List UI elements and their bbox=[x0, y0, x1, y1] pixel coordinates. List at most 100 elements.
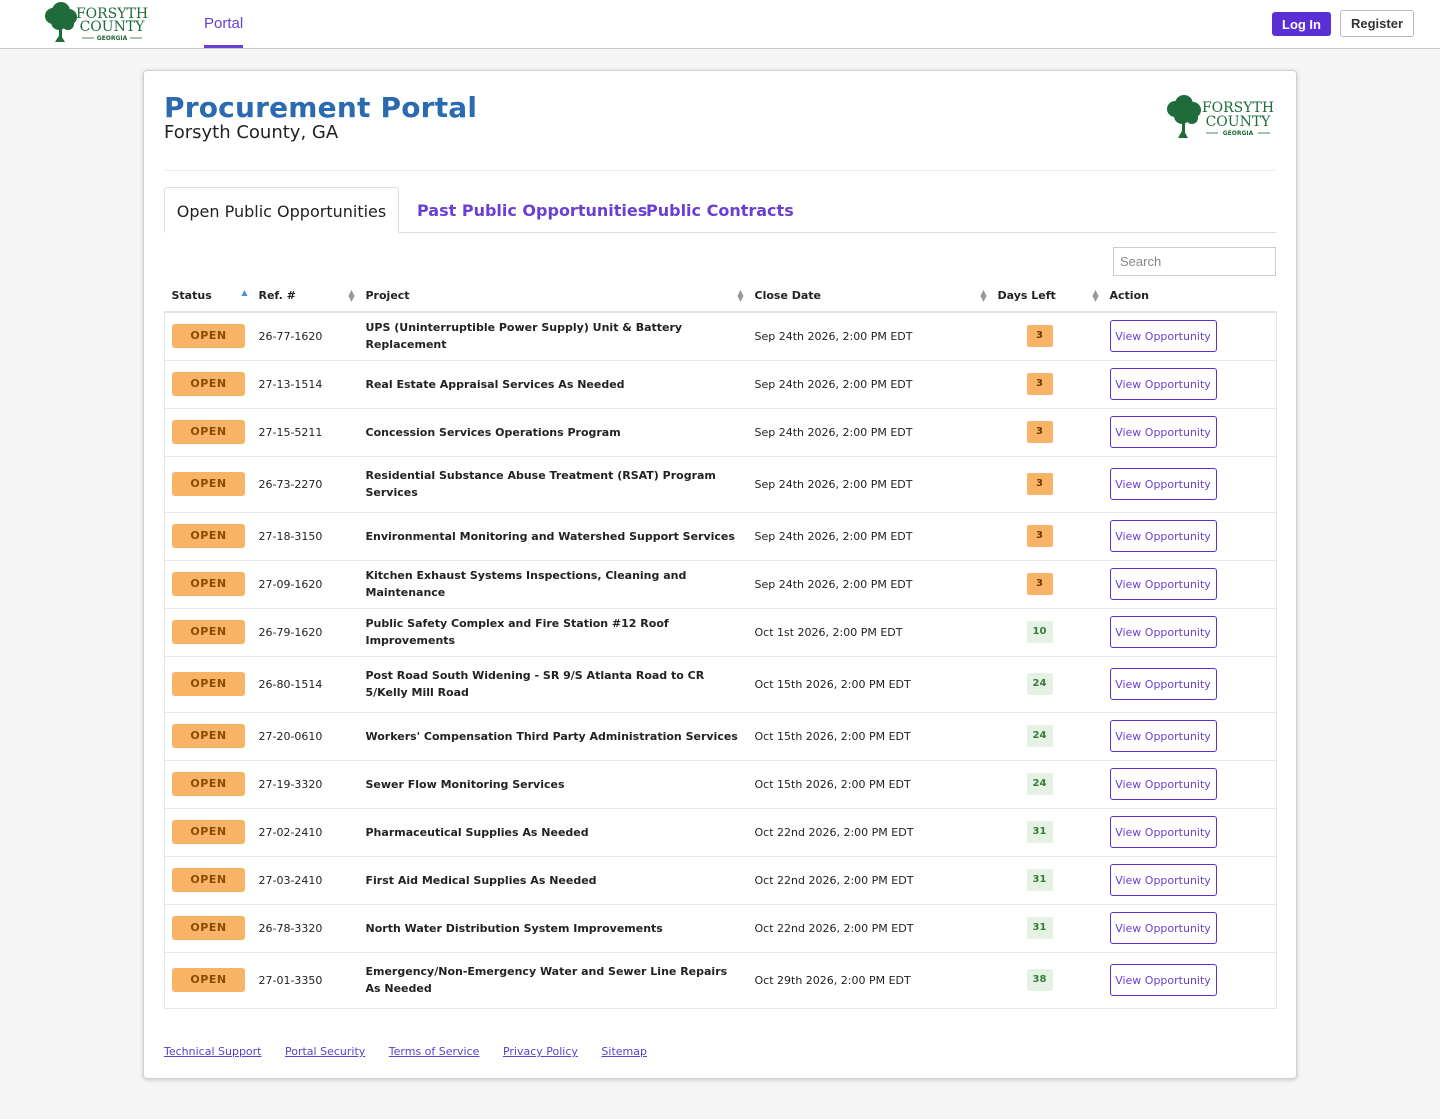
project-name: Residential Substance Abuse Treatment (R… bbox=[358, 456, 748, 513]
project-name: Environmental Monitoring and Watershed S… bbox=[358, 512, 748, 561]
page-title: Procurement Portal bbox=[164, 91, 478, 124]
days-left-badge: 31 bbox=[1026, 869, 1053, 891]
project-name: North Water Distribution System Improvem… bbox=[358, 904, 748, 953]
view-opportunity-button[interactable]: View Opportunity bbox=[1109, 568, 1217, 600]
status-badge: OPEN bbox=[172, 724, 245, 748]
footer-links: Technical Support Portal Security Terms … bbox=[164, 1045, 667, 1058]
close-date: Oct 22nd 2026, 2:00 PM EDT bbox=[747, 808, 991, 857]
footer-link-portal-security[interactable]: Portal Security bbox=[285, 1045, 365, 1058]
tab-past-opportunities[interactable]: Past Public Opportunities bbox=[417, 187, 647, 233]
header-divider bbox=[164, 170, 1276, 171]
project-name: Sewer Flow Monitoring Services bbox=[358, 760, 748, 809]
close-date: Oct 22nd 2026, 2:00 PM EDT bbox=[747, 904, 991, 953]
column-header-days-left[interactable]: Days Left ▲ ▼ bbox=[990, 280, 1103, 313]
tree-logo-icon bbox=[1167, 95, 1201, 138]
column-header-ref[interactable]: Ref. # ▲ ▼ bbox=[251, 280, 359, 313]
column-header-project[interactable]: Project ▲ ▼ bbox=[358, 280, 748, 313]
status-badge: OPEN bbox=[172, 372, 245, 396]
table-row: OPEN 27-09-1620 Kitchen Exhaust Systems … bbox=[164, 560, 1277, 609]
view-opportunity-button[interactable]: View Opportunity bbox=[1109, 768, 1217, 800]
close-date: Oct 15th 2026, 2:00 PM EDT bbox=[747, 656, 991, 713]
view-opportunity-button[interactable]: View Opportunity bbox=[1109, 864, 1217, 896]
top-navbar: FORSYTH COUNTY GEORGIA Portal Log In Reg… bbox=[0, 0, 1440, 49]
view-opportunity-button[interactable]: View Opportunity bbox=[1109, 468, 1217, 500]
close-date: Sep 24th 2026, 2:00 PM EDT bbox=[747, 312, 991, 361]
forsyth-county-logo[interactable]: FORSYTH COUNTY GEORGIA bbox=[44, 2, 148, 44]
column-header-status[interactable]: Status ▲ bbox=[164, 280, 252, 313]
view-opportunity-button[interactable]: View Opportunity bbox=[1109, 912, 1217, 944]
table-row: OPEN 27-19-3320 Sewer Flow Monitoring Se… bbox=[164, 760, 1277, 809]
sort-both-icon[interactable]: ▲ ▼ bbox=[1092, 289, 1098, 303]
table-row: OPEN 26-73-2270 Residential Substance Ab… bbox=[164, 456, 1277, 513]
footer-link-privacy-policy[interactable]: Privacy Policy bbox=[503, 1045, 578, 1058]
project-name: Emergency/Non-Emergency Water and Sewer … bbox=[358, 952, 748, 1009]
forsyth-county-card-logo: FORSYTH COUNTY GEORGIA bbox=[1167, 95, 1274, 138]
table-header-row: Status ▲ Ref. # ▲ ▼ Project ▲ ▼ Close Date ▲ ▼ … bbox=[164, 280, 1277, 313]
tree-logo-icon bbox=[45, 2, 77, 42]
days-left-badge: 3 bbox=[1026, 573, 1053, 595]
project-name: Workers' Compensation Third Party Admini… bbox=[358, 712, 748, 761]
view-opportunity-button[interactable]: View Opportunity bbox=[1109, 368, 1217, 400]
opportunities-table: Status ▲ Ref. # ▲ ▼ Project ▲ ▼ Close Date ▲ ▼ … bbox=[164, 280, 1277, 1009]
ref-number: 26-79-1620 bbox=[251, 608, 359, 657]
status-badge: OPEN bbox=[172, 572, 245, 596]
status-badge: OPEN bbox=[172, 672, 245, 696]
days-left-badge: 24 bbox=[1026, 673, 1053, 695]
main-card: Procurement Portal Forsyth County, GA FO… bbox=[143, 70, 1297, 1079]
ref-number: 27-19-3320 bbox=[251, 760, 359, 809]
logo-word-georgia: GEORGIA bbox=[97, 35, 128, 42]
footer-link-sitemap[interactable]: Sitemap bbox=[601, 1045, 647, 1058]
ref-number: 27-01-3350 bbox=[251, 952, 359, 1009]
status-badge: OPEN bbox=[172, 324, 245, 349]
status-badge: OPEN bbox=[172, 772, 245, 796]
view-opportunity-button[interactable]: View Opportunity bbox=[1109, 668, 1217, 700]
project-name: Pharmaceutical Supplies As Needed bbox=[358, 808, 748, 857]
table-row: OPEN 27-03-2410 First Aid Medical Suppli… bbox=[164, 856, 1277, 905]
ref-number: 26-78-3320 bbox=[251, 904, 359, 953]
view-opportunity-button[interactable]: View Opportunity bbox=[1109, 816, 1217, 848]
view-opportunity-button[interactable]: View Opportunity bbox=[1109, 320, 1217, 353]
footer-link-technical-support[interactable]: Technical Support bbox=[164, 1045, 262, 1058]
days-left-badge: 3 bbox=[1026, 473, 1053, 495]
tab-public-contracts[interactable]: Public Contracts bbox=[646, 187, 794, 233]
close-date: Oct 15th 2026, 2:00 PM EDT bbox=[747, 760, 991, 809]
view-opportunity-button[interactable]: View Opportunity bbox=[1109, 616, 1217, 648]
login-button[interactable]: Log In bbox=[1272, 12, 1331, 36]
table-row: OPEN 27-02-2410 Pharmaceutical Supplies … bbox=[164, 808, 1277, 857]
table-row: OPEN 27-15-5211 Concession Services Oper… bbox=[164, 408, 1277, 457]
ref-number: 27-18-3150 bbox=[251, 512, 359, 561]
page-subtitle: Forsyth County, GA bbox=[164, 122, 339, 143]
ref-number: 27-02-2410 bbox=[251, 808, 359, 857]
sort-both-icon[interactable]: ▲ ▼ bbox=[737, 289, 743, 303]
close-date: Sep 24th 2026, 2:00 PM EDT bbox=[747, 408, 991, 457]
view-opportunity-button[interactable]: View Opportunity bbox=[1109, 720, 1217, 752]
status-badge: OPEN bbox=[172, 820, 245, 844]
table-row: OPEN 26-78-3320 North Water Distribution… bbox=[164, 904, 1277, 953]
project-name: Concession Services Operations Program bbox=[358, 408, 748, 457]
sort-both-icon[interactable]: ▲ ▼ bbox=[348, 289, 354, 303]
nav-portal-tab[interactable]: Portal bbox=[204, 0, 244, 48]
days-left-badge: 3 bbox=[1026, 421, 1053, 443]
sort-asc-icon[interactable]: ▲ bbox=[241, 289, 247, 297]
project-name: Post Road South Widening - SR 9/S Atlant… bbox=[358, 656, 748, 713]
close-date: Sep 24th 2026, 2:00 PM EDT bbox=[747, 456, 991, 513]
register-button[interactable]: Register bbox=[1340, 10, 1414, 37]
project-name: Real Estate Appraisal Services As Needed bbox=[358, 360, 748, 409]
table-row: OPEN 27-18-3150 Environmental Monitoring… bbox=[164, 512, 1277, 561]
tab-open-opportunities[interactable]: Open Public Opportunities bbox=[164, 187, 399, 233]
ref-number: 27-03-2410 bbox=[251, 856, 359, 905]
view-opportunity-button[interactable]: View Opportunity bbox=[1109, 964, 1217, 996]
view-opportunity-button[interactable]: View Opportunity bbox=[1109, 520, 1217, 552]
status-badge: OPEN bbox=[172, 420, 245, 444]
ref-number: 27-20-0610 bbox=[251, 712, 359, 761]
column-header-close-date[interactable]: Close Date ▲ ▼ bbox=[747, 280, 991, 313]
sort-both-icon[interactable]: ▲ ▼ bbox=[980, 289, 986, 303]
table-row: OPEN 26-79-1620 Public Safety Complex an… bbox=[164, 608, 1277, 657]
status-badge: OPEN bbox=[172, 472, 245, 496]
view-opportunity-button[interactable]: View Opportunity bbox=[1109, 416, 1217, 448]
search-input[interactable] bbox=[1113, 247, 1276, 276]
days-left-badge: 31 bbox=[1026, 821, 1053, 843]
footer-link-terms-of-service[interactable]: Terms of Service bbox=[389, 1045, 480, 1058]
table-row: OPEN 27-13-1514 Real Estate Appraisal Se… bbox=[164, 360, 1277, 409]
ref-number: 27-15-5211 bbox=[251, 408, 359, 457]
